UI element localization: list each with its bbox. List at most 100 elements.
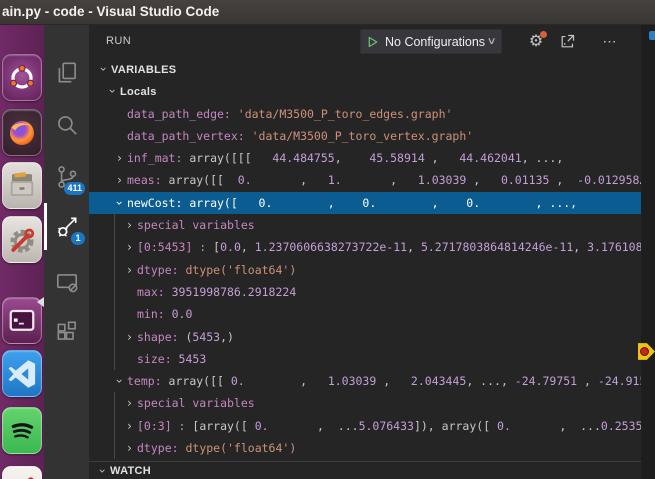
variable-name: dtype:	[137, 262, 186, 277]
vscode-icon	[8, 359, 36, 388]
variable-value-segment: 2.043445	[397, 374, 467, 389]
variable-value-segment: 0.0	[220, 240, 241, 255]
launcher-spotify[interactable]	[2, 407, 42, 454]
variable-row[interactable]: ›min: 0.0	[89, 303, 641, 326]
run-and-debug-icon[interactable]: 1	[53, 213, 85, 245]
variable-name: [0:3] :	[137, 418, 193, 433]
extensions-icon[interactable]	[53, 318, 81, 346]
chevron-down-icon: ›	[95, 468, 110, 473]
remote-explorer-icon[interactable]	[53, 269, 81, 297]
variable-row[interactable]: ›newCost: array([ 0. , 0. , 0. , ...,	[89, 191, 641, 215]
indent-guide	[114, 414, 115, 438]
variable-value-segment: array([[	[168, 374, 224, 389]
chevron-right-icon[interactable]: ›	[122, 392, 137, 414]
watch-section-header[interactable]: › WATCH	[89, 461, 641, 479]
chevron-down-icon[interactable]: ›	[92, 62, 114, 77]
variable-value-segment: ]), array([	[413, 418, 498, 433]
launcher-terminal[interactable]	[2, 297, 42, 344]
variable-name: size:	[137, 351, 179, 366]
variable-value-segment: [array([	[192, 418, 255, 433]
chevron-down-icon[interactable]: ›	[108, 374, 130, 389]
launcher-ubuntu[interactable]	[2, 54, 42, 101]
variable-value-segment: 44.462041	[445, 151, 522, 166]
more-actions-icon[interactable]: ⋯	[595, 31, 625, 51]
variable-row[interactable]: ›data_path_edge: 'data/M3500_P_toro_edge…	[89, 103, 641, 125]
variable-row[interactable]: ›temp: array([[ 0. , 1.03039 , 2.043445,…	[89, 370, 641, 392]
variable-value-segment: , ...,	[521, 151, 564, 166]
variable-value-segment: ,	[334, 151, 349, 166]
explorer-icon[interactable]	[53, 59, 81, 87]
variable-row[interactable]: › special variables	[89, 392, 641, 415]
chevron-right-icon[interactable]: ›	[122, 326, 137, 348]
source-control-badge: 411	[64, 182, 85, 195]
variable-name: min:	[137, 307, 172, 322]
source-control-icon[interactable]: 411	[53, 163, 85, 195]
variable-value-segment: 'data/M3500_P_toro_edges.graph'	[237, 106, 453, 121]
chevron-right-icon[interactable]: ›	[122, 437, 137, 459]
variable-name: max:	[137, 284, 172, 299]
variable-name: data_path_edge:	[127, 106, 238, 121]
variable-name: data_path_vertex:	[127, 128, 252, 143]
variable-value-segment: ,	[431, 151, 446, 166]
window-titlebar[interactable]: ain.py - code - Visual Studio Code	[0, 0, 655, 25]
chevron-right-icon[interactable]: ›	[122, 214, 137, 236]
variable-name: inf_mat:	[127, 151, 190, 166]
debug-configuration-dropdown[interactable]: No Configurations ∨	[360, 29, 502, 54]
variable-row[interactable]: › [0:3] : [array([ 0. , ...5.076433]), ar…	[89, 414, 641, 438]
variable-row[interactable]: › inf_mat: array([[[ 44.484755, 45.58914 …	[89, 147, 641, 169]
variable-value-segment: 1.03039	[404, 173, 474, 188]
variable-row[interactable]: › meas: array([[ 0. , 1. , 1.03039 , 0.01…	[89, 169, 641, 191]
variable-row[interactable]: ›data_path_vertex: 'data/M3500_P_toro_ve…	[89, 125, 641, 147]
launcher-file-manager[interactable]	[2, 162, 42, 209]
chevron-right-icon[interactable]: ›	[112, 147, 127, 169]
debug-badge: 1	[71, 232, 85, 245]
variable-name: special variables	[137, 396, 255, 411]
chevron-right-icon[interactable]: ›	[112, 169, 127, 191]
debug-settings-gear-icon[interactable]: ⚙	[526, 31, 547, 51]
spotify-icon	[11, 422, 34, 438]
chevron-down-icon[interactable]: ›	[108, 195, 130, 210]
chevron-right-icon[interactable]: ›	[122, 415, 137, 437]
chevron-right-icon[interactable]: ›	[122, 236, 137, 258]
variable-row[interactable]: › [0:5453] : [0.0, 1.2370606638273722e-11…	[89, 236, 641, 259]
ribbon-icon	[27, 476, 34, 479]
variable-value-segment: ,	[300, 374, 314, 389]
section-row[interactable]: ›VARIABLES	[89, 58, 641, 80]
start-debug-icon[interactable]	[367, 36, 379, 48]
search-icon[interactable]	[53, 111, 81, 139]
variable-value-segment: 3.176108427…	[587, 240, 641, 255]
window-title: ain.py - code - Visual Studio Code	[2, 4, 220, 19]
debug-console-icon[interactable]	[557, 31, 577, 51]
variable-row[interactable]: ›max: 3951998786.2918224	[89, 280, 641, 304]
section-row[interactable]: ›Locals	[89, 80, 641, 102]
chevron-down-icon[interactable]: ›	[101, 84, 123, 99]
launcher-firefox[interactable]	[2, 109, 42, 156]
ubuntu-launcher	[0, 25, 44, 479]
variable-name: [0:5453] :	[137, 240, 214, 255]
variable-row[interactable]: ›size: 5453	[89, 347, 641, 371]
variable-name: special variables	[137, 218, 255, 233]
variable-value-segment: 5453	[178, 351, 207, 366]
launcher-settings[interactable]	[2, 216, 42, 263]
variable-row[interactable]: › special variables	[89, 214, 641, 237]
variable-value-segment: 45.58914	[348, 151, 432, 166]
variable-value-segment: , ...	[559, 418, 601, 433]
variable-row[interactable]: › dtype: dtype('float64')	[89, 258, 641, 281]
variable-value-segment: ,	[300, 173, 314, 188]
firefox-icon	[10, 120, 34, 145]
variable-value-segment: ,	[556, 173, 571, 188]
launcher-document-viewer[interactable]	[2, 466, 42, 479]
variable-row[interactable]: › shape: (5453,)	[89, 325, 641, 348]
launcher-vscode[interactable]	[2, 350, 42, 397]
section-label: Locals	[120, 86, 157, 99]
variable-row[interactable]: › dtype: dtype('float64')	[89, 437, 641, 460]
variable-value-segment: -0.012958…	[570, 173, 641, 188]
variable-name: temp:	[127, 374, 169, 389]
variable-value-segment: ,	[473, 173, 488, 188]
variable-value-segment: 5.076433	[358, 418, 414, 433]
indent-guide	[114, 280, 115, 304]
variable-value-segment: 0.	[237, 195, 328, 210]
variable-value-segment: 0.	[341, 195, 432, 210]
indent-guide	[114, 347, 115, 371]
chevron-right-icon[interactable]: ›	[122, 259, 137, 281]
